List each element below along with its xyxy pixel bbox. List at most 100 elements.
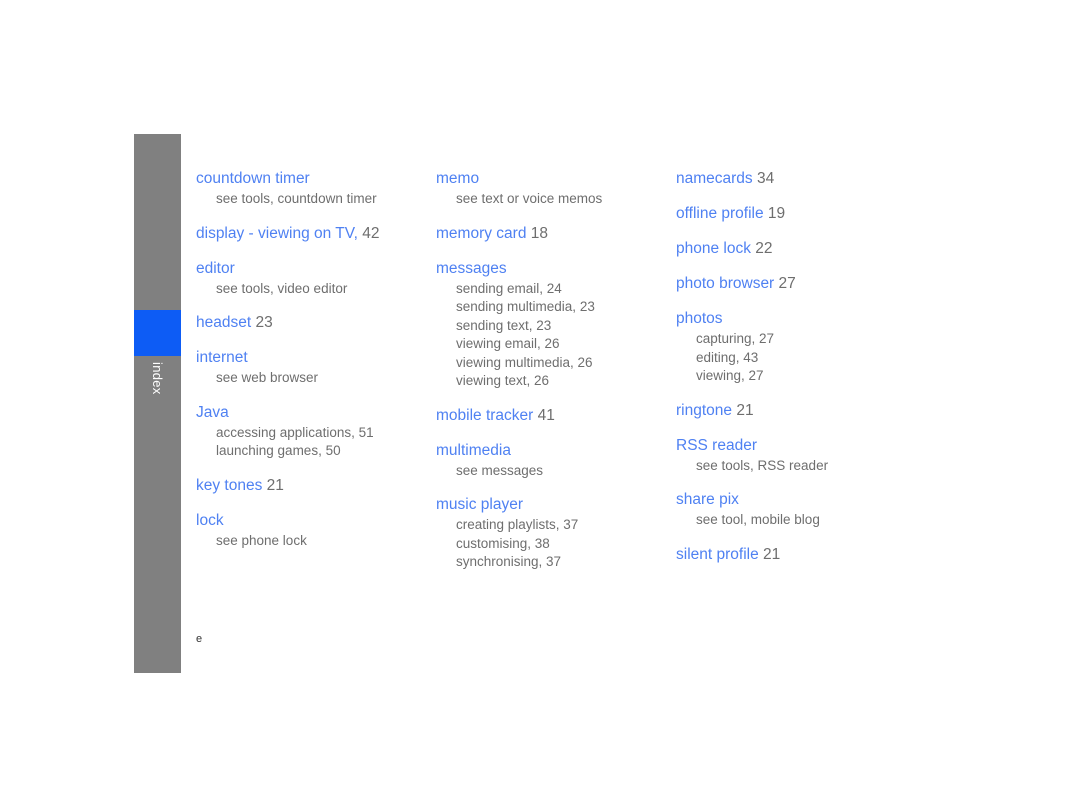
index-entry-heading[interactable]: internet <box>196 347 428 368</box>
index-entry-heading[interactable]: share pix <box>676 489 908 510</box>
index-entry: RSS reader see tools, RSS reader <box>676 435 908 476</box>
index-subentry[interactable]: viewing multimedia, 26 <box>456 354 668 373</box>
index-entry: namecards 34 <box>676 168 908 189</box>
index-entry: countdown timer see tools, countdown time… <box>196 168 428 209</box>
index-entry: multimedia see messages <box>436 440 668 481</box>
index-entry-heading[interactable]: offline profile 19 <box>676 203 908 224</box>
index-entry-page-number: 42 <box>357 224 380 242</box>
index-subentry[interactable]: accessing applications, 51 <box>216 424 428 443</box>
index-entry-term: ringtone <box>676 401 733 419</box>
index-entry-heading[interactable]: music player <box>436 494 668 515</box>
index-subentry[interactable]: see phone lock <box>216 532 428 551</box>
index-entry-heading[interactable]: RSS reader <box>676 435 908 456</box>
index-entry-term: messages <box>436 259 507 277</box>
index-subentry[interactable]: capturing, 27 <box>696 330 908 349</box>
index-entry-term: countdown timer <box>196 170 310 187</box>
index-entry: share pix see tool, mobile blog <box>676 489 908 530</box>
index-entry-term: internet <box>196 349 248 366</box>
index-entry-subentries: see tool, mobile blog <box>676 511 908 530</box>
index-entry-heading[interactable]: display - viewing on TV, 42 <box>196 223 428 244</box>
index-entry-page-number: 21 <box>262 476 284 494</box>
index-entry-page-number: 23 <box>251 314 273 331</box>
index-subentry[interactable]: sending email, 24 <box>456 280 668 299</box>
index-entry: phone lock 22 <box>676 238 908 259</box>
index-entry-term: headset <box>196 314 252 331</box>
index-entry-page-number: 34 <box>752 170 775 187</box>
index-subentry[interactable]: viewing text, 26 <box>456 372 668 391</box>
index-entry: Java accessing applications, 51 launching … <box>196 402 428 461</box>
index-entry: offline profile 19 <box>676 203 908 224</box>
index-entry-heading[interactable]: photos <box>676 308 908 329</box>
index-entry: memo see text or voice memos <box>436 168 668 209</box>
index-subentry[interactable]: customising, 38 <box>456 535 668 554</box>
index-entry-heading[interactable]: lock <box>196 510 428 531</box>
index-entry-subentries: accessing applications, 51 launching game… <box>196 424 428 461</box>
index-entry-term: key tones <box>196 476 263 494</box>
index-entry-heading[interactable]: key tones 21 <box>196 475 428 496</box>
index-subentry[interactable]: see tools, RSS reader <box>696 457 908 476</box>
index-side-tab: index <box>134 134 181 673</box>
index-entry-heading[interactable]: photo browser 27 <box>676 273 908 294</box>
index-entry-heading[interactable]: messages <box>436 258 668 279</box>
index-column-1: countdown timer see tools, countdown time… <box>196 168 428 564</box>
index-entry-term: phone lock <box>676 240 751 257</box>
index-entry-page-number: 21 <box>758 545 781 563</box>
index-entry-heading[interactable]: ringtone 21 <box>676 400 908 421</box>
index-entry-page-number: 19 <box>763 205 786 222</box>
index-entry-heading[interactable]: headset 23 <box>196 312 428 333</box>
index-subentry[interactable]: see web browser <box>216 369 428 388</box>
index-entry: photos capturing, 27 editing, 43 viewing, 2… <box>676 308 908 386</box>
index-entry-heading[interactable]: memo <box>436 168 668 189</box>
index-subentry[interactable]: editing, 43 <box>696 349 908 368</box>
index-subentry[interactable]: see text or voice memos <box>456 190 668 209</box>
index-subentry[interactable]: see messages <box>456 462 668 481</box>
index-entry: lock see phone lock <box>196 510 428 551</box>
index-entry-term: multimedia <box>436 441 511 459</box>
index-entry-subentries: see tools, RSS reader <box>676 457 908 476</box>
index-entry-term: editor <box>196 259 235 277</box>
index-entry-term: namecards <box>676 170 753 187</box>
index-entry-heading[interactable]: memory card 18 <box>436 223 668 244</box>
index-entry-term: music player <box>436 496 523 513</box>
index-entry-heading[interactable]: phone lock 22 <box>676 238 908 259</box>
index-entry-heading[interactable]: namecards 34 <box>676 168 908 189</box>
index-entry-heading[interactable]: Java <box>196 402 428 423</box>
index-entry-term: silent profile <box>676 545 759 563</box>
index-entry-term: Java <box>196 403 229 421</box>
index-entry-subentries: see web browser <box>196 369 428 388</box>
index-entry-heading[interactable]: mobile tracker 41 <box>436 405 668 426</box>
index-entry-subentries: see tools, countdown timer <box>196 190 428 209</box>
index-entry: editor see tools, video editor <box>196 258 428 299</box>
index-entry: messages sending email, 24 sending multime… <box>436 258 668 391</box>
index-subentry[interactable]: viewing, 27 <box>696 367 908 386</box>
index-column-2: memo see text or voice memos memory card 1… <box>436 168 668 586</box>
index-entry-heading[interactable]: multimedia <box>436 440 668 461</box>
index-subentry[interactable]: see tools, countdown timer <box>216 190 428 209</box>
index-entry-term: photos <box>676 310 723 327</box>
index-subentry[interactable]: creating playlists, 37 <box>456 516 668 535</box>
index-entry-term: RSS reader <box>676 436 757 454</box>
index-subentry[interactable]: see tool, mobile blog <box>696 511 908 530</box>
index-subentry[interactable]: viewing email, 26 <box>456 335 668 354</box>
index-entry-subentries: capturing, 27 editing, 43 viewing, 27 <box>676 330 908 386</box>
index-entry: music player creating playlists, 37 custom… <box>436 494 668 572</box>
index-entry: photo browser 27 <box>676 273 908 294</box>
index-entry-term: share pix <box>676 491 739 508</box>
page-footer-mark: e <box>196 633 203 645</box>
index-subentry[interactable]: see tools, video editor <box>216 280 428 299</box>
side-tab-label: index <box>150 362 165 395</box>
index-entry-subentries: see phone lock <box>196 532 428 551</box>
index-entry-heading[interactable]: countdown timer <box>196 168 428 189</box>
index-entry-term: memo <box>436 170 480 187</box>
index-entry: display - viewing on TV, 42 <box>196 223 428 244</box>
index-entry-heading[interactable]: editor <box>196 258 428 279</box>
index-entry-subentries: see messages <box>436 462 668 481</box>
index-subentry[interactable]: launching games, 50 <box>216 442 428 461</box>
index-subentry[interactable]: synchronising, 37 <box>456 553 668 572</box>
index-entry-subentries: see tools, video editor <box>196 280 428 299</box>
index-subentry[interactable]: sending text, 23 <box>456 317 668 336</box>
index-entry: silent profile 21 <box>676 544 908 565</box>
index-entry: internet see web browser <box>196 347 428 388</box>
index-entry-heading[interactable]: silent profile 21 <box>676 544 908 565</box>
index-subentry[interactable]: sending multimedia, 23 <box>456 298 668 317</box>
